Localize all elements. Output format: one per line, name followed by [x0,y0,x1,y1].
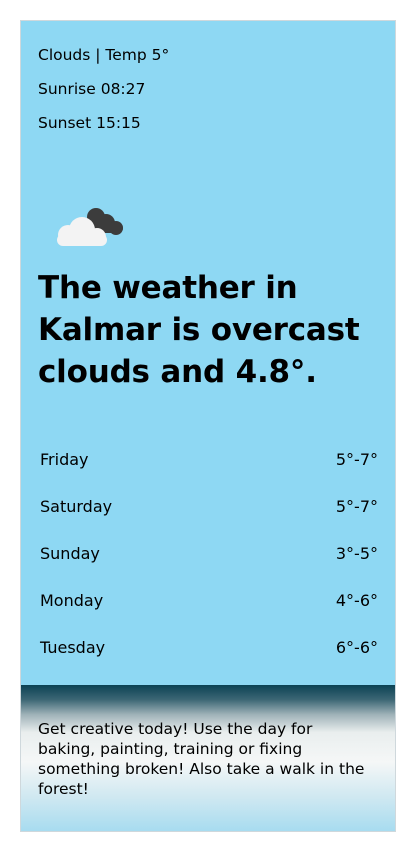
forecast-day: Tuesday [40,638,106,657]
forecast-list: Friday 5°-7° Saturday 5°-7° Sunday 3°-5°… [40,448,378,683]
weather-card: Clouds | Temp 5° Sunrise 08:27 Sunset 15… [20,20,396,832]
sunrise-time: Sunrise 08:27 [38,80,146,98]
forecast-day: Friday [40,450,89,469]
cloud-icon [57,208,123,246]
forecast-day: Saturday [40,497,113,516]
forecast-range: 6°-6° [335,638,378,657]
forecast-range: 4°-6° [335,591,378,610]
forecast-row: Monday 4°-6° [40,589,378,636]
forecast-day: Sunday [40,544,100,563]
forecast-row: Friday 5°-7° [40,448,378,495]
forecast-range: 5°-7° [335,497,378,516]
current-conditions: Clouds | Temp 5° Sunrise 08:27 Sunset 15… [38,43,169,145]
forecast-row: Sunday 3°-5° [40,542,378,589]
forecast-row: Saturday 5°-7° [40,495,378,542]
sunset-time: Sunset 15:15 [38,114,141,132]
condition-temp: Clouds | Temp 5° [38,46,170,64]
activity-tip-panel: Get creative today! Use the day for baki… [21,685,395,831]
forecast-day: Monday [40,591,104,610]
weather-headline: The weather in Kalmar is overcast clouds… [38,270,360,390]
forecast-range: 5°-7° [335,450,378,469]
forecast-range: 3°-5° [335,544,378,563]
activity-tip: Get creative today! Use the day for baki… [38,720,365,798]
forecast-row: Tuesday 6°-6° [40,636,378,683]
